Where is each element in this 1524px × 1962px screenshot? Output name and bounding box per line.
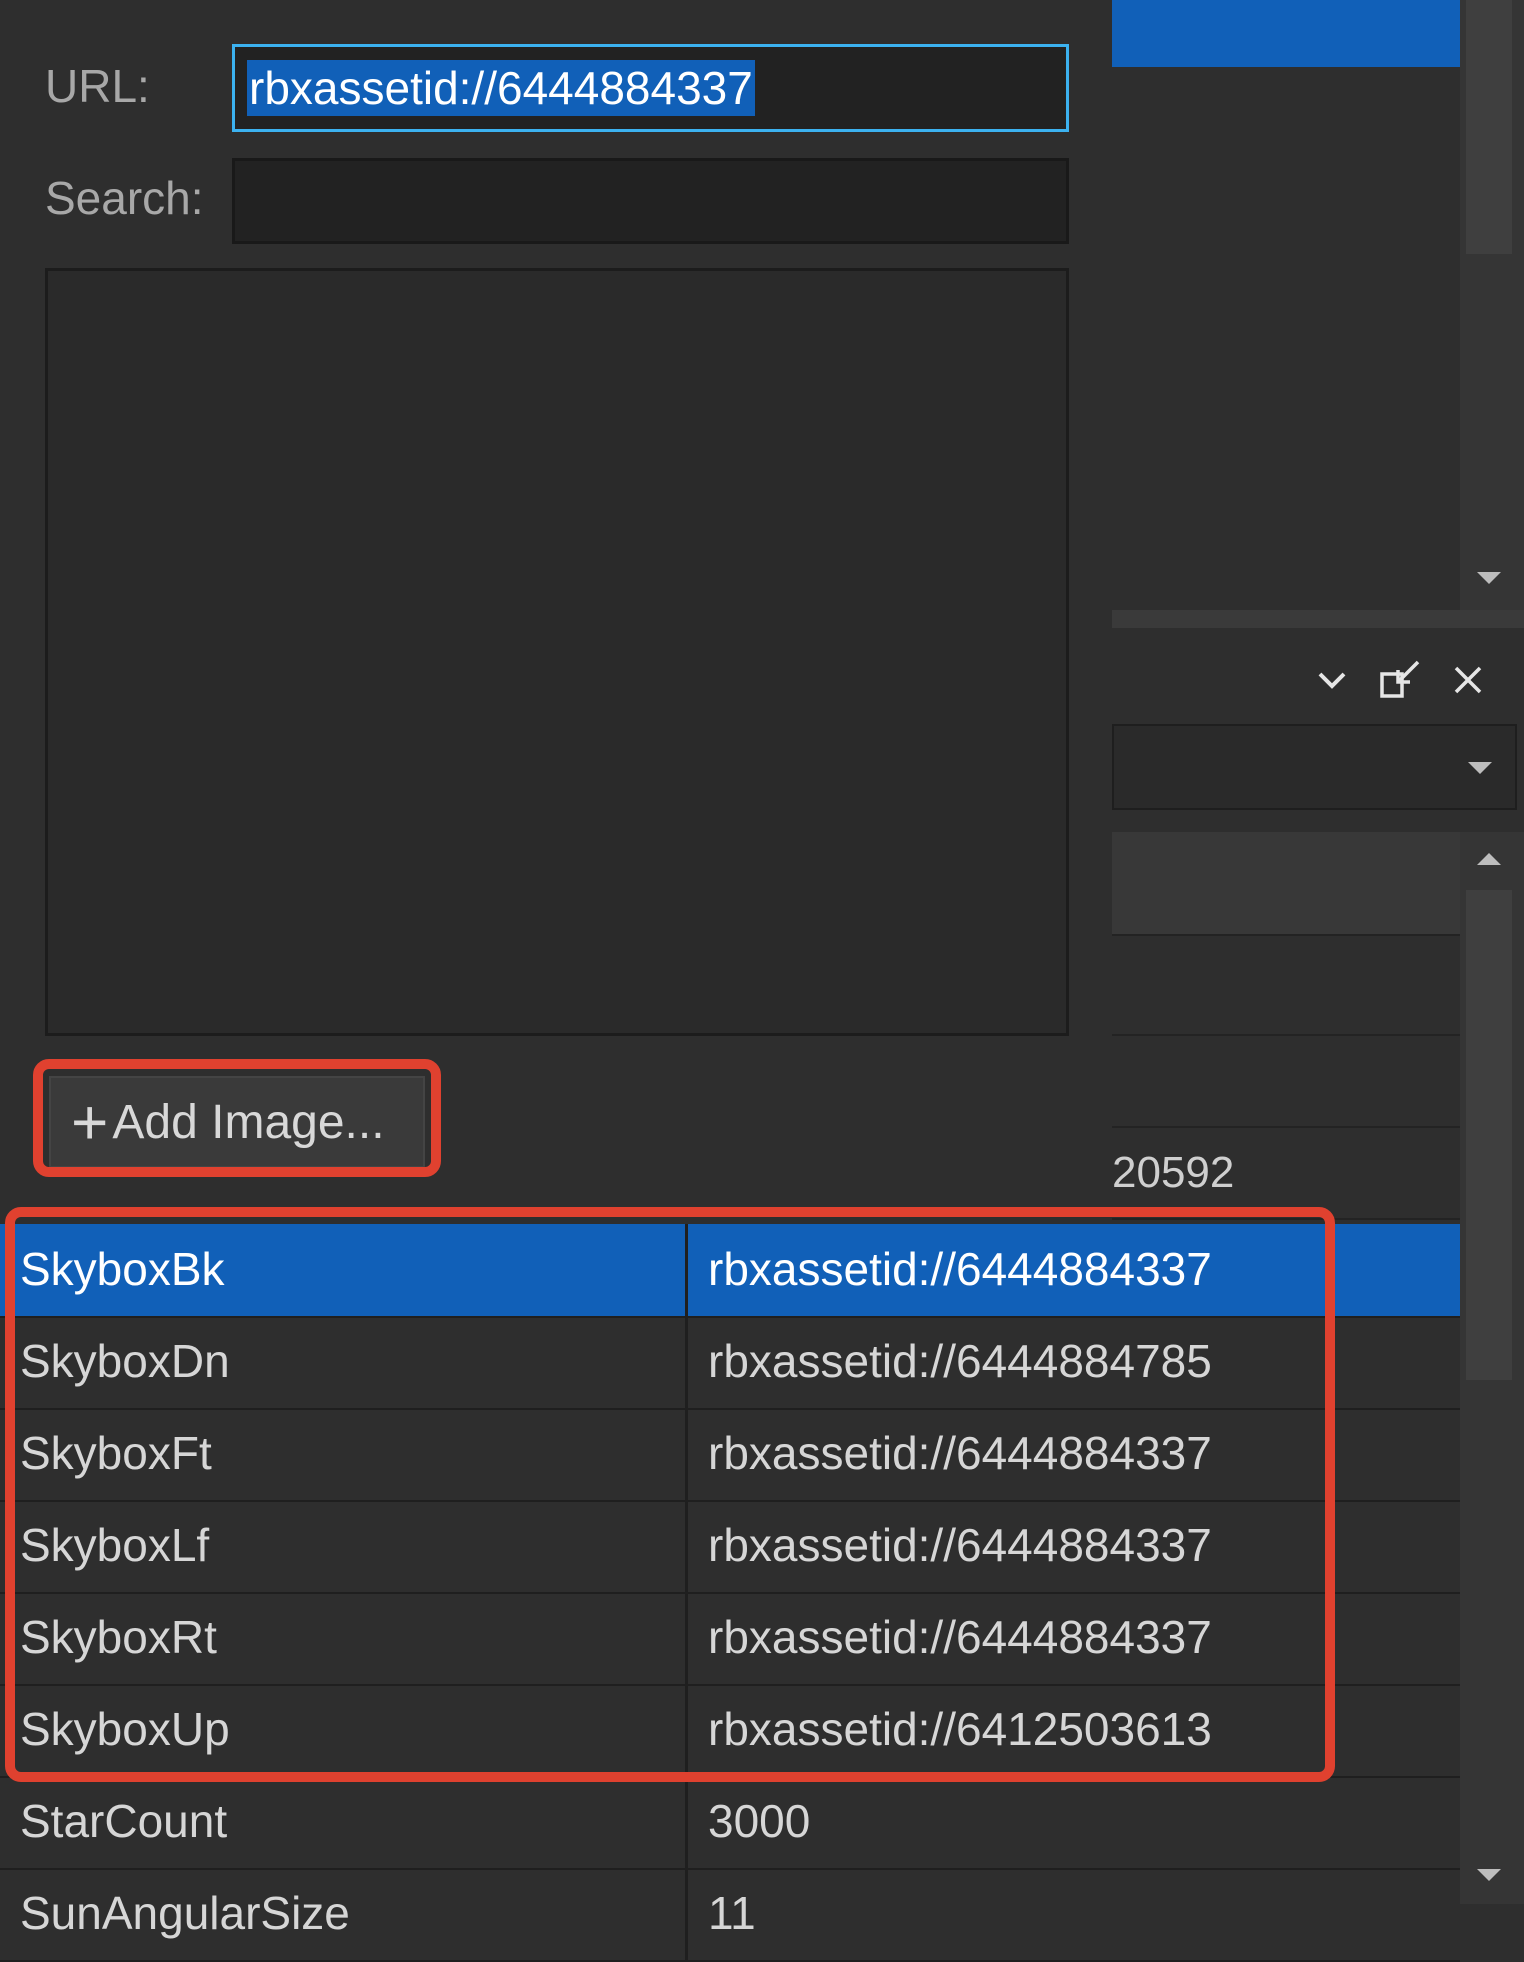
plus-icon: + xyxy=(71,1086,109,1158)
panel-splitter[interactable] xyxy=(1112,610,1524,628)
property-value[interactable]: 11 xyxy=(688,1868,1460,1960)
property-value[interactable]: rbxassetid://6444884785 xyxy=(688,1316,1460,1408)
scroll-down-arrow-icon[interactable] xyxy=(1466,555,1512,601)
properties-scroll-thumb[interactable] xyxy=(1466,890,1512,1380)
url-input[interactable]: rbxassetid://6444884337 xyxy=(232,44,1069,132)
property-row-skyboxrt[interactable]: SkyboxRt rbxassetid://6444884337 xyxy=(0,1592,1460,1686)
property-name: SunAngularSize xyxy=(0,1868,688,1960)
property-name: SkyboxBk xyxy=(0,1224,688,1316)
property-value[interactable]: rbxassetid://6444884337 xyxy=(688,1500,1460,1592)
property-row-starcount[interactable]: StarCount 3000 xyxy=(0,1776,1460,1870)
property-name: SkyboxRt xyxy=(0,1592,688,1684)
property-row-skyboxbk[interactable]: SkyboxBk rbxassetid://6444884337 xyxy=(0,1224,1460,1318)
property-row[interactable] xyxy=(1112,936,1460,1036)
property-row-skyboxlf[interactable]: SkyboxLf rbxassetid://6444884337 xyxy=(0,1500,1460,1594)
scroll-up-arrow-icon[interactable] xyxy=(1466,836,1512,882)
property-row-sunangularsize[interactable]: SunAngularSize 11 xyxy=(0,1868,1460,1962)
chevron-down-icon[interactable] xyxy=(1304,650,1360,710)
property-value-partial: 20592 xyxy=(1112,1148,1235,1197)
property-name: StarCount xyxy=(0,1776,688,1868)
property-category-row[interactable] xyxy=(1112,832,1460,936)
search-input[interactable] xyxy=(232,158,1069,244)
property-name: SkyboxLf xyxy=(0,1500,688,1592)
add-image-label: Add Image... xyxy=(112,1095,385,1149)
property-row-skyboxdn[interactable]: SkyboxDn rbxassetid://6444884785 xyxy=(0,1316,1460,1410)
property-row[interactable] xyxy=(1112,1036,1460,1128)
property-value[interactable]: rbxassetid://6444884337 xyxy=(688,1592,1460,1684)
dropdown-arrow-icon[interactable] xyxy=(1456,746,1504,790)
image-grid[interactable] xyxy=(45,268,1069,1036)
explorer-selected-row[interactable] xyxy=(1112,0,1460,67)
property-value[interactable]: 3000 xyxy=(688,1776,1460,1868)
explorer-scroll-thumb[interactable] xyxy=(1466,0,1512,254)
add-image-button[interactable]: + Add Image... xyxy=(49,1076,425,1168)
scroll-down-arrow-icon[interactable] xyxy=(1466,1852,1512,1898)
search-label: Search: xyxy=(45,172,204,224)
undock-icon[interactable] xyxy=(1372,650,1428,710)
property-name: SkyboxDn xyxy=(0,1316,688,1408)
property-value[interactable]: rbxassetid://6412503613 xyxy=(688,1684,1460,1776)
property-name: SkyboxUp xyxy=(0,1684,688,1776)
close-icon[interactable] xyxy=(1440,650,1496,710)
property-name: SkyboxFt xyxy=(0,1408,688,1500)
property-value[interactable]: rbxassetid://6444884337 xyxy=(688,1224,1460,1316)
property-value[interactable]: rbxassetid://6444884337 xyxy=(688,1408,1460,1500)
property-row-skyboxup[interactable]: SkyboxUp rbxassetid://6412503613 xyxy=(0,1684,1460,1778)
url-label: URL: xyxy=(45,60,150,112)
url-input-value: rbxassetid://6444884337 xyxy=(247,60,755,116)
property-row-skyboxft[interactable]: SkyboxFt rbxassetid://6444884337 xyxy=(0,1408,1460,1502)
